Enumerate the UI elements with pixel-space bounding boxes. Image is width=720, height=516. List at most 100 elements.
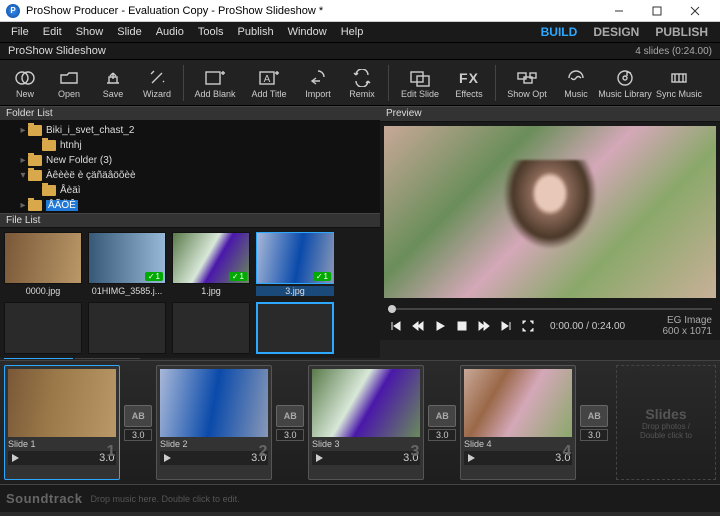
folder-row[interactable]: ▸New Folder (3)	[0, 153, 380, 168]
tool-add-title[interactable]: AAdd Title	[243, 62, 295, 104]
soundtrack-bar[interactable]: Soundtrack Drop music here. Double click…	[0, 484, 720, 512]
tool-save[interactable]: Save	[92, 62, 134, 104]
menu-edit[interactable]: Edit	[36, 24, 69, 40]
show-status: 4 slides (0:24.00)	[635, 46, 712, 57]
folder-row[interactable]: ▾Àêèèë è çäñäâöõèè	[0, 168, 380, 183]
prev-button[interactable]	[410, 318, 426, 334]
file-thumb-empty[interactable]	[88, 302, 166, 354]
mode-design[interactable]: DESIGN	[585, 23, 647, 41]
menu-show[interactable]: Show	[69, 24, 111, 40]
music-icon	[566, 67, 586, 89]
mode-publish[interactable]: PUBLISH	[647, 23, 716, 41]
slide-image	[464, 369, 572, 437]
preview-area[interactable]	[384, 126, 716, 298]
last-button[interactable]	[498, 318, 514, 334]
menu-tools[interactable]: Tools	[191, 24, 231, 40]
right-pane: Preview 0:00.00 / 0:24.00 EG Image 600 x…	[380, 106, 720, 340]
tool-remix[interactable]: Remix	[341, 62, 383, 104]
transition-cell[interactable]: AB 3.0	[274, 365, 306, 480]
mode-build[interactable]: BUILD	[533, 23, 586, 41]
slide-play-icon[interactable]	[162, 453, 172, 463]
first-button[interactable]	[388, 318, 404, 334]
file-thumb-empty[interactable]	[256, 302, 334, 354]
tool-edit-slide[interactable]: Edit Slide	[394, 62, 446, 104]
file-thumb[interactable]: 0000.jpg	[4, 232, 82, 296]
close-button[interactable]	[676, 1, 714, 21]
slide-number: 1	[107, 443, 116, 461]
folder-icon	[28, 125, 42, 136]
slides-drop-zone[interactable]: Slides Drop photos / Double click to	[616, 365, 716, 480]
thumb-image	[4, 232, 82, 284]
slide-number: 3	[411, 443, 420, 461]
folder-row[interactable]: ▸Biki_i_svet_chast_2	[0, 123, 380, 138]
seek-handle[interactable]	[388, 305, 396, 313]
menu-slide[interactable]: Slide	[110, 24, 148, 40]
slide-cell[interactable]: 4 Slide 4 3.0	[460, 365, 576, 480]
tool-import[interactable]: Import	[297, 62, 339, 104]
slide-play-icon[interactable]	[314, 453, 324, 463]
play-button[interactable]	[432, 318, 448, 334]
tool-add-blank[interactable]: Add Blank	[189, 62, 241, 104]
transition-cell[interactable]: AB 3.0	[426, 365, 458, 480]
folder-row[interactable]: ▸ÅÃÖÊ	[0, 198, 380, 213]
import-icon	[308, 67, 328, 89]
file-thumb[interactable]: ✓11.jpg	[172, 232, 250, 296]
transition-duration[interactable]: 3.0	[428, 429, 456, 441]
transition-duration[interactable]: 3.0	[276, 429, 304, 441]
menu-audio[interactable]: Audio	[149, 24, 191, 40]
transition-duration[interactable]: 3.0	[124, 429, 152, 441]
minimize-button[interactable]	[600, 1, 638, 21]
transition-cell[interactable]: AB 3.0	[122, 365, 154, 480]
file-thumb-empty[interactable]	[172, 302, 250, 354]
menu-help[interactable]: Help	[334, 24, 371, 40]
transition-duration[interactable]: 3.0	[580, 429, 608, 441]
tool-music-library[interactable]: Music Library	[599, 62, 651, 104]
preview-header: Preview	[380, 106, 720, 122]
svg-text:A: A	[264, 74, 271, 85]
tool-show-opt[interactable]: Show Opt	[501, 62, 553, 104]
folder-row[interactable]: htnhj	[0, 138, 380, 153]
maximize-button[interactable]	[638, 1, 676, 21]
tool-open[interactable]: Open	[48, 62, 90, 104]
slide-image	[8, 369, 116, 437]
transition-icon[interactable]: AB	[276, 405, 304, 427]
tool-wizard[interactable]: Wizard	[136, 62, 178, 104]
file-thumb-empty[interactable]	[4, 302, 82, 354]
playback-bar: 0:00.00 / 0:24.00 EG Image 600 x 1071	[380, 312, 720, 340]
tool-sync-music[interactable]: Sync Music	[653, 62, 705, 104]
menu-window[interactable]: Window	[281, 24, 334, 40]
folder-list[interactable]: ▸Biki_i_svet_chast_2 htnhj ▸New Folder (…	[0, 121, 380, 213]
tool-effects[interactable]: FXEffects	[448, 62, 490, 104]
transition-icon[interactable]: AB	[124, 405, 152, 427]
showopt-icon	[516, 67, 538, 89]
transition-icon[interactable]: AB	[580, 405, 608, 427]
slide-play-icon[interactable]	[10, 453, 20, 463]
file-thumb[interactable]: ✓13.jpg	[256, 232, 334, 296]
folder-row[interactable]: Åèäì	[0, 183, 380, 198]
info-bar: ProShow Slideshow 4 slides (0:24.00)	[0, 42, 720, 60]
fullscreen-button[interactable]	[520, 318, 536, 334]
used-badge: ✓1	[229, 272, 247, 281]
next-button[interactable]	[476, 318, 492, 334]
stop-button[interactable]	[454, 318, 470, 334]
tool-music[interactable]: Music	[555, 62, 597, 104]
menu-file[interactable]: File	[4, 24, 36, 40]
transition-cell[interactable]: AB 3.0	[578, 365, 610, 480]
slide-cell[interactable]: 1 Slide 1 3.0	[4, 365, 120, 480]
thumb-image: ✓1	[88, 232, 166, 284]
slide-cell[interactable]: 3 Slide 3 3.0	[308, 365, 424, 480]
file-list[interactable]: 0000.jpg ✓101HIMG_3585.j... ✓11.jpg ✓13.…	[0, 228, 380, 358]
folder-icon	[28, 155, 42, 166]
folder-icon	[28, 200, 42, 211]
tool-new[interactable]: New	[4, 62, 46, 104]
menu-publish[interactable]: Publish	[231, 24, 281, 40]
thumb-image: ✓1	[172, 232, 250, 284]
slide-cell[interactable]: 2 Slide 2 3.0	[156, 365, 272, 480]
folder-icon	[42, 140, 56, 151]
seek-bar[interactable]	[388, 306, 712, 312]
slide-play-icon[interactable]	[466, 453, 476, 463]
effects-icon: FX	[459, 67, 479, 89]
transition-icon[interactable]: AB	[428, 405, 456, 427]
slide-list[interactable]: 1 Slide 1 3.0 AB3.0 2 Slide 2 3.0 AB3.0 …	[0, 360, 720, 484]
file-thumb[interactable]: ✓101HIMG_3585.j...	[88, 232, 166, 296]
